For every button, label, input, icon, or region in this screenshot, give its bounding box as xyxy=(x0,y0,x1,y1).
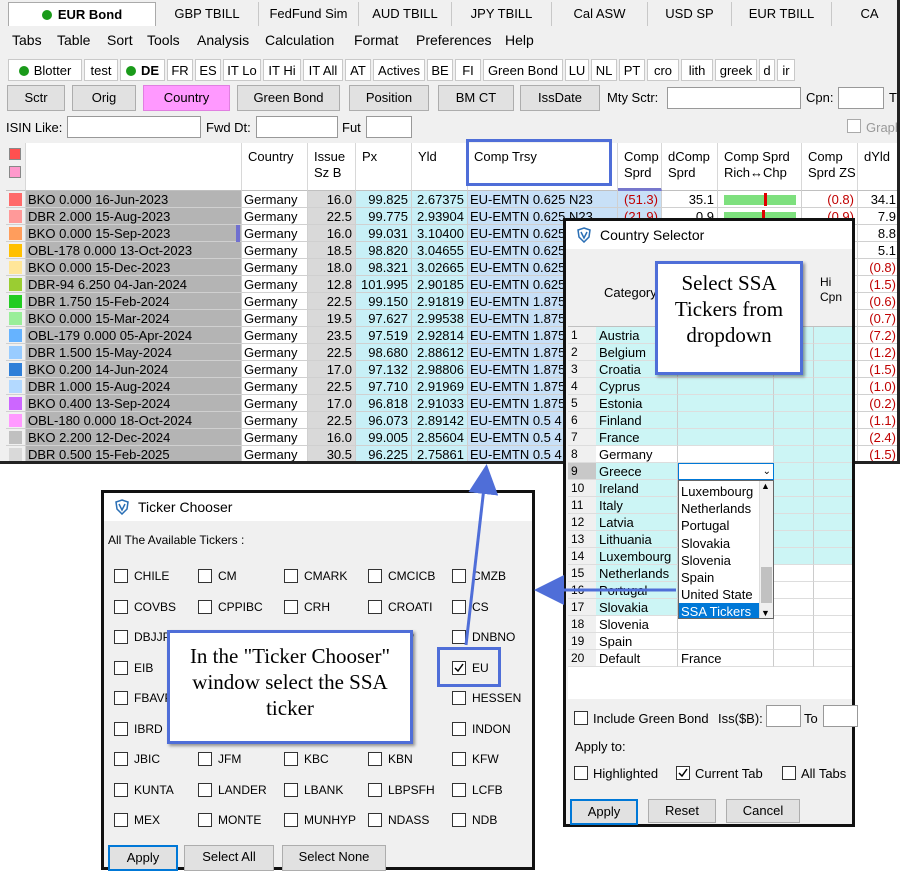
ssa-callout: Select SSA Tickers from dropdown xyxy=(655,261,803,375)
arrow-to-grid xyxy=(464,464,499,646)
ticker-callout: In the "Ticker Chooser" window select th… xyxy=(167,630,413,744)
annotation-arrows xyxy=(464,464,676,646)
